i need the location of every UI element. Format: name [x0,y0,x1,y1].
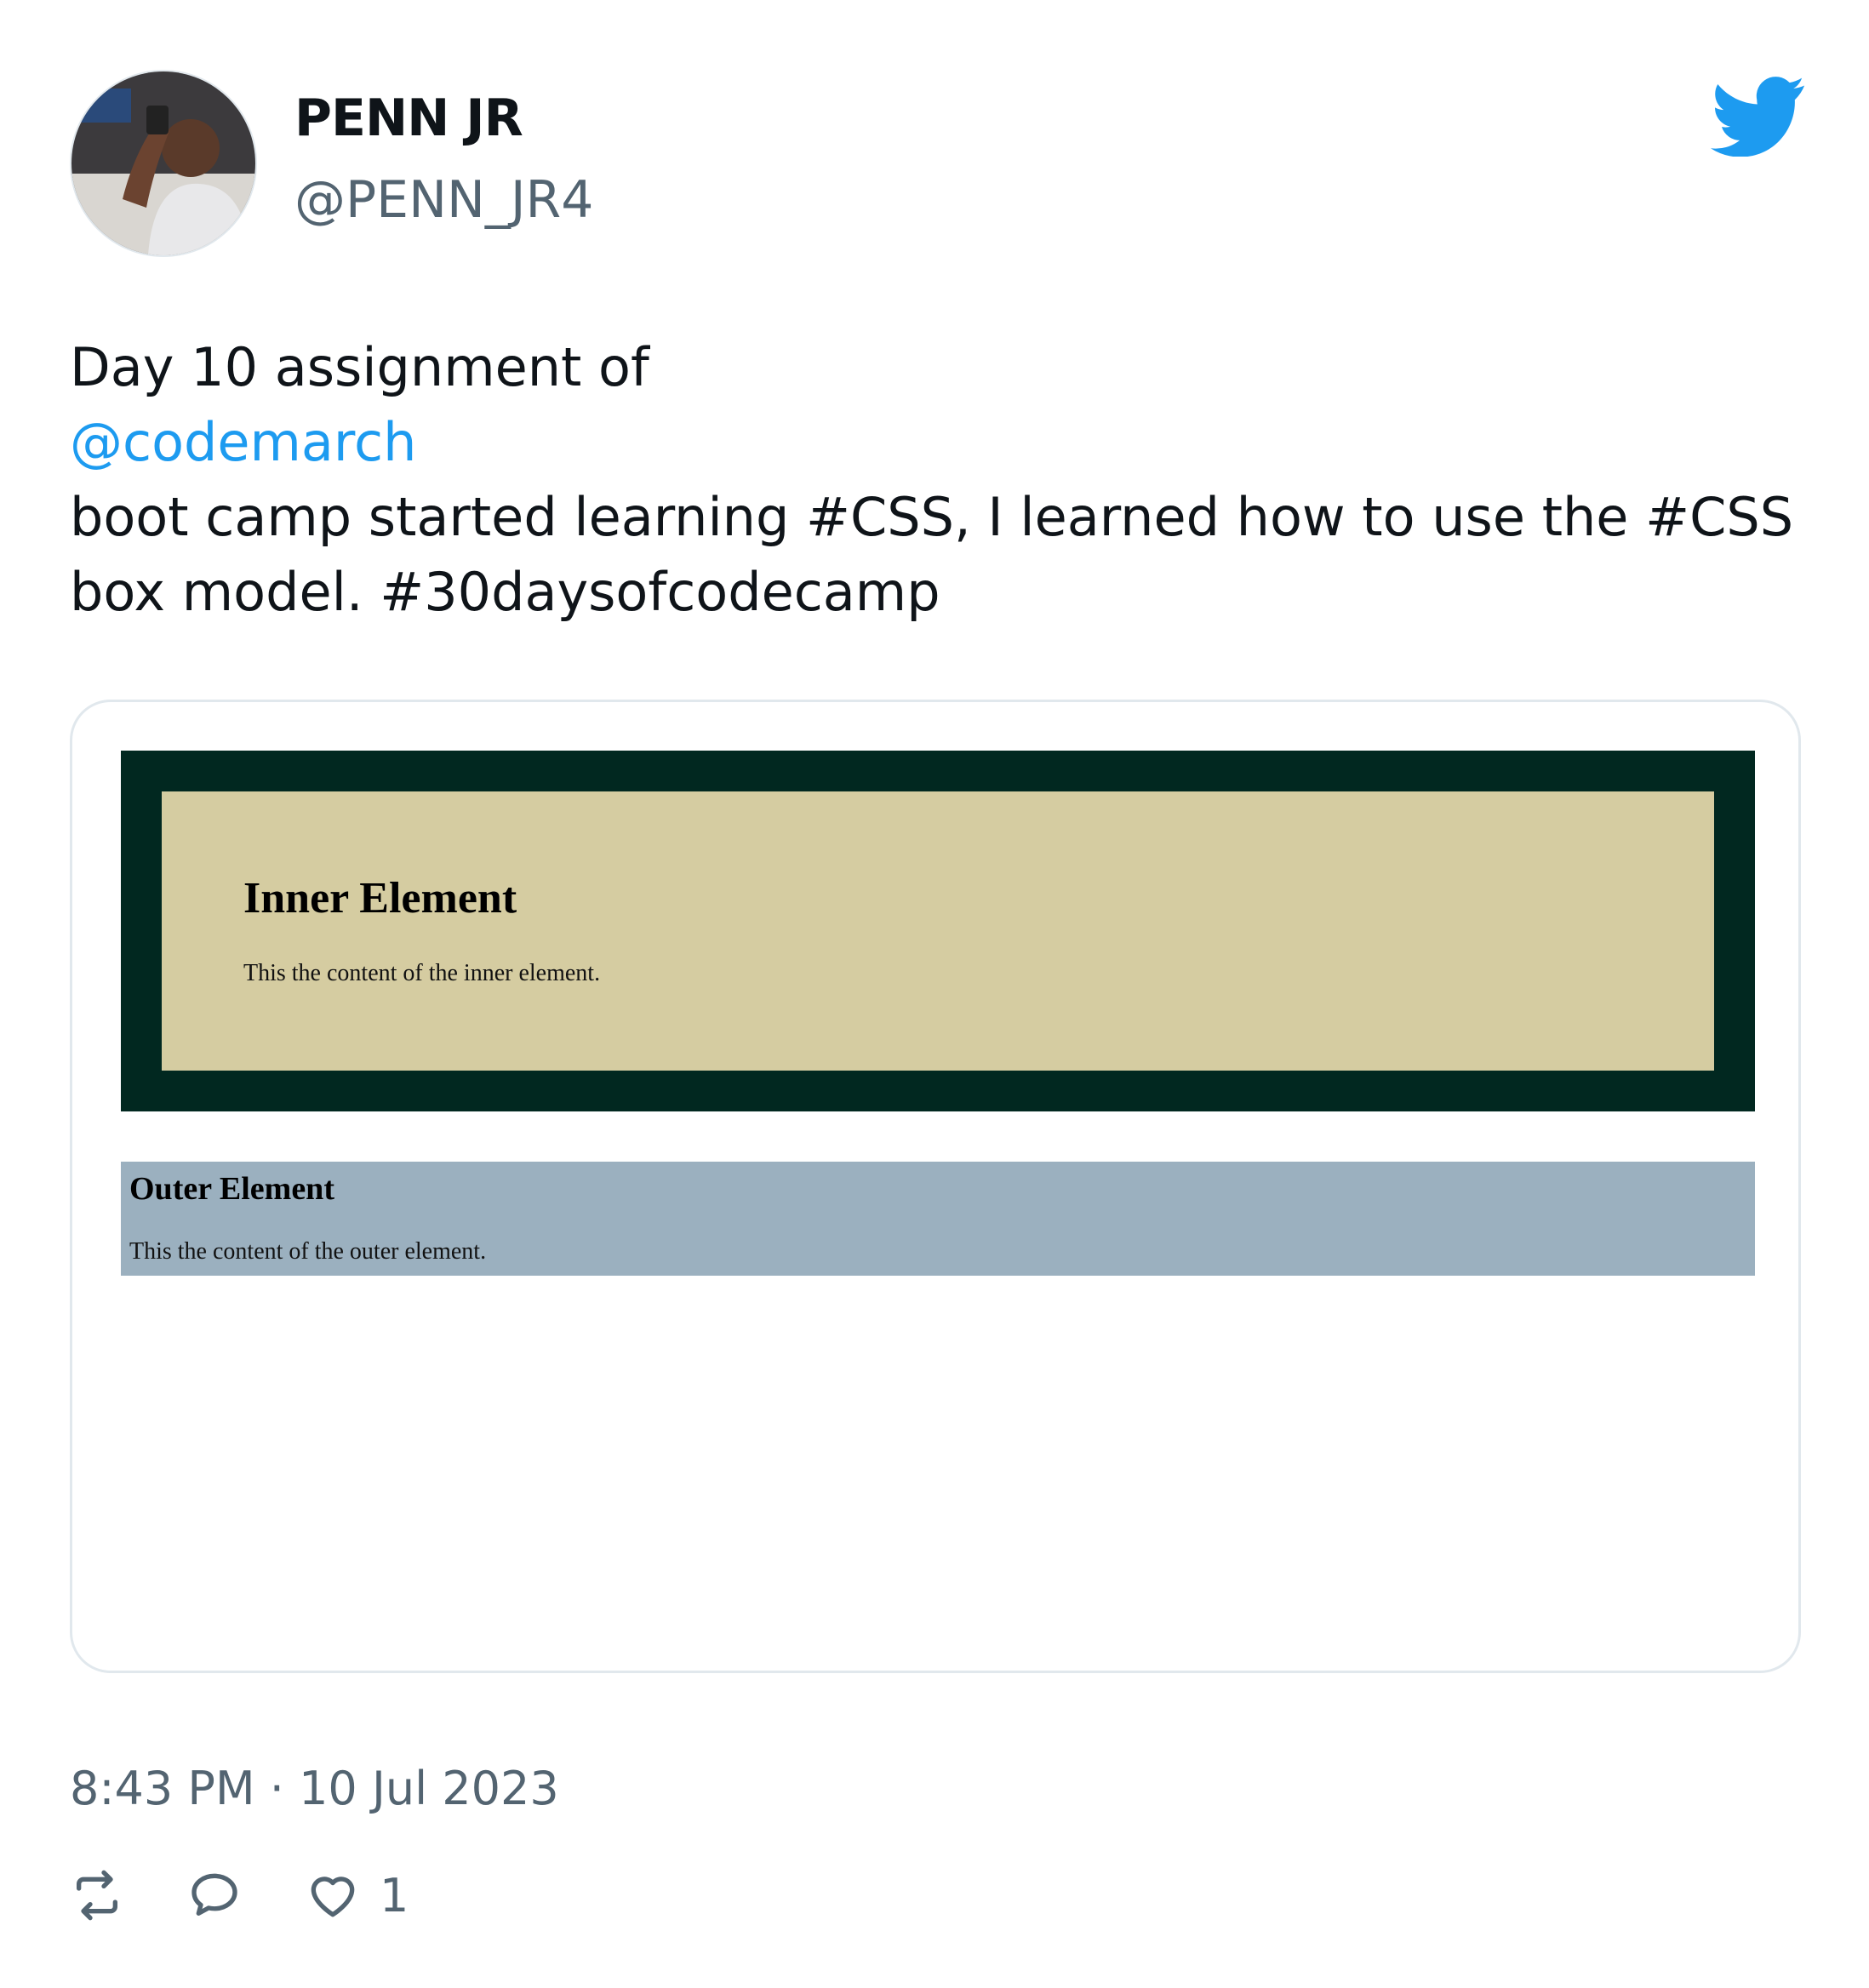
inner-element-heading: Inner Element [243,874,517,923]
heart-icon [311,1877,355,1917]
outer-element-box: Outer Element This the content of the ou… [121,1162,1755,1276]
retweet-icon [77,1870,117,1921]
tweet-timestamp[interactable]: 8:43 PM · 10 Jul 2023 [70,1762,559,1815]
tweet-text-line: box model. #30daysofcodecamp [70,561,940,623]
inner-element-box: Inner Element This the content of the in… [162,791,1714,1071]
inner-element-text: This the content of the inner element. [243,960,601,986]
avatar-photo [71,71,255,255]
outer-element-heading: Outer Element [129,1171,334,1207]
author-name[interactable]: PENN JR [294,89,523,148]
like-button[interactable]: 1 [305,1864,409,1927]
like-count: 1 [380,1868,409,1922]
tweet-text-line: boot camp started learning #CSS, I learn… [70,486,1794,548]
tweet-media-image[interactable]: Inner Element This the content of the in… [70,700,1801,1673]
reply-icon [191,1873,237,1916]
avatar[interactable] [70,70,257,257]
outer-element-text: This the content of the outer element. [129,1238,487,1265]
tweet-text: Day 10 assignment of @codemarch boot cam… [70,330,1806,630]
author-handle[interactable]: @PENN_JR4 [294,170,593,230]
box-model-border: Inner Element This the content of the in… [121,751,1755,1111]
reply-button[interactable] [187,1864,242,1927]
twitter-bird-icon[interactable] [1711,75,1806,157]
tweet-text-line: Day 10 assignment of [70,336,649,398]
retweet-button[interactable] [70,1864,124,1927]
mention-link[interactable]: @codemarch [70,405,1806,480]
